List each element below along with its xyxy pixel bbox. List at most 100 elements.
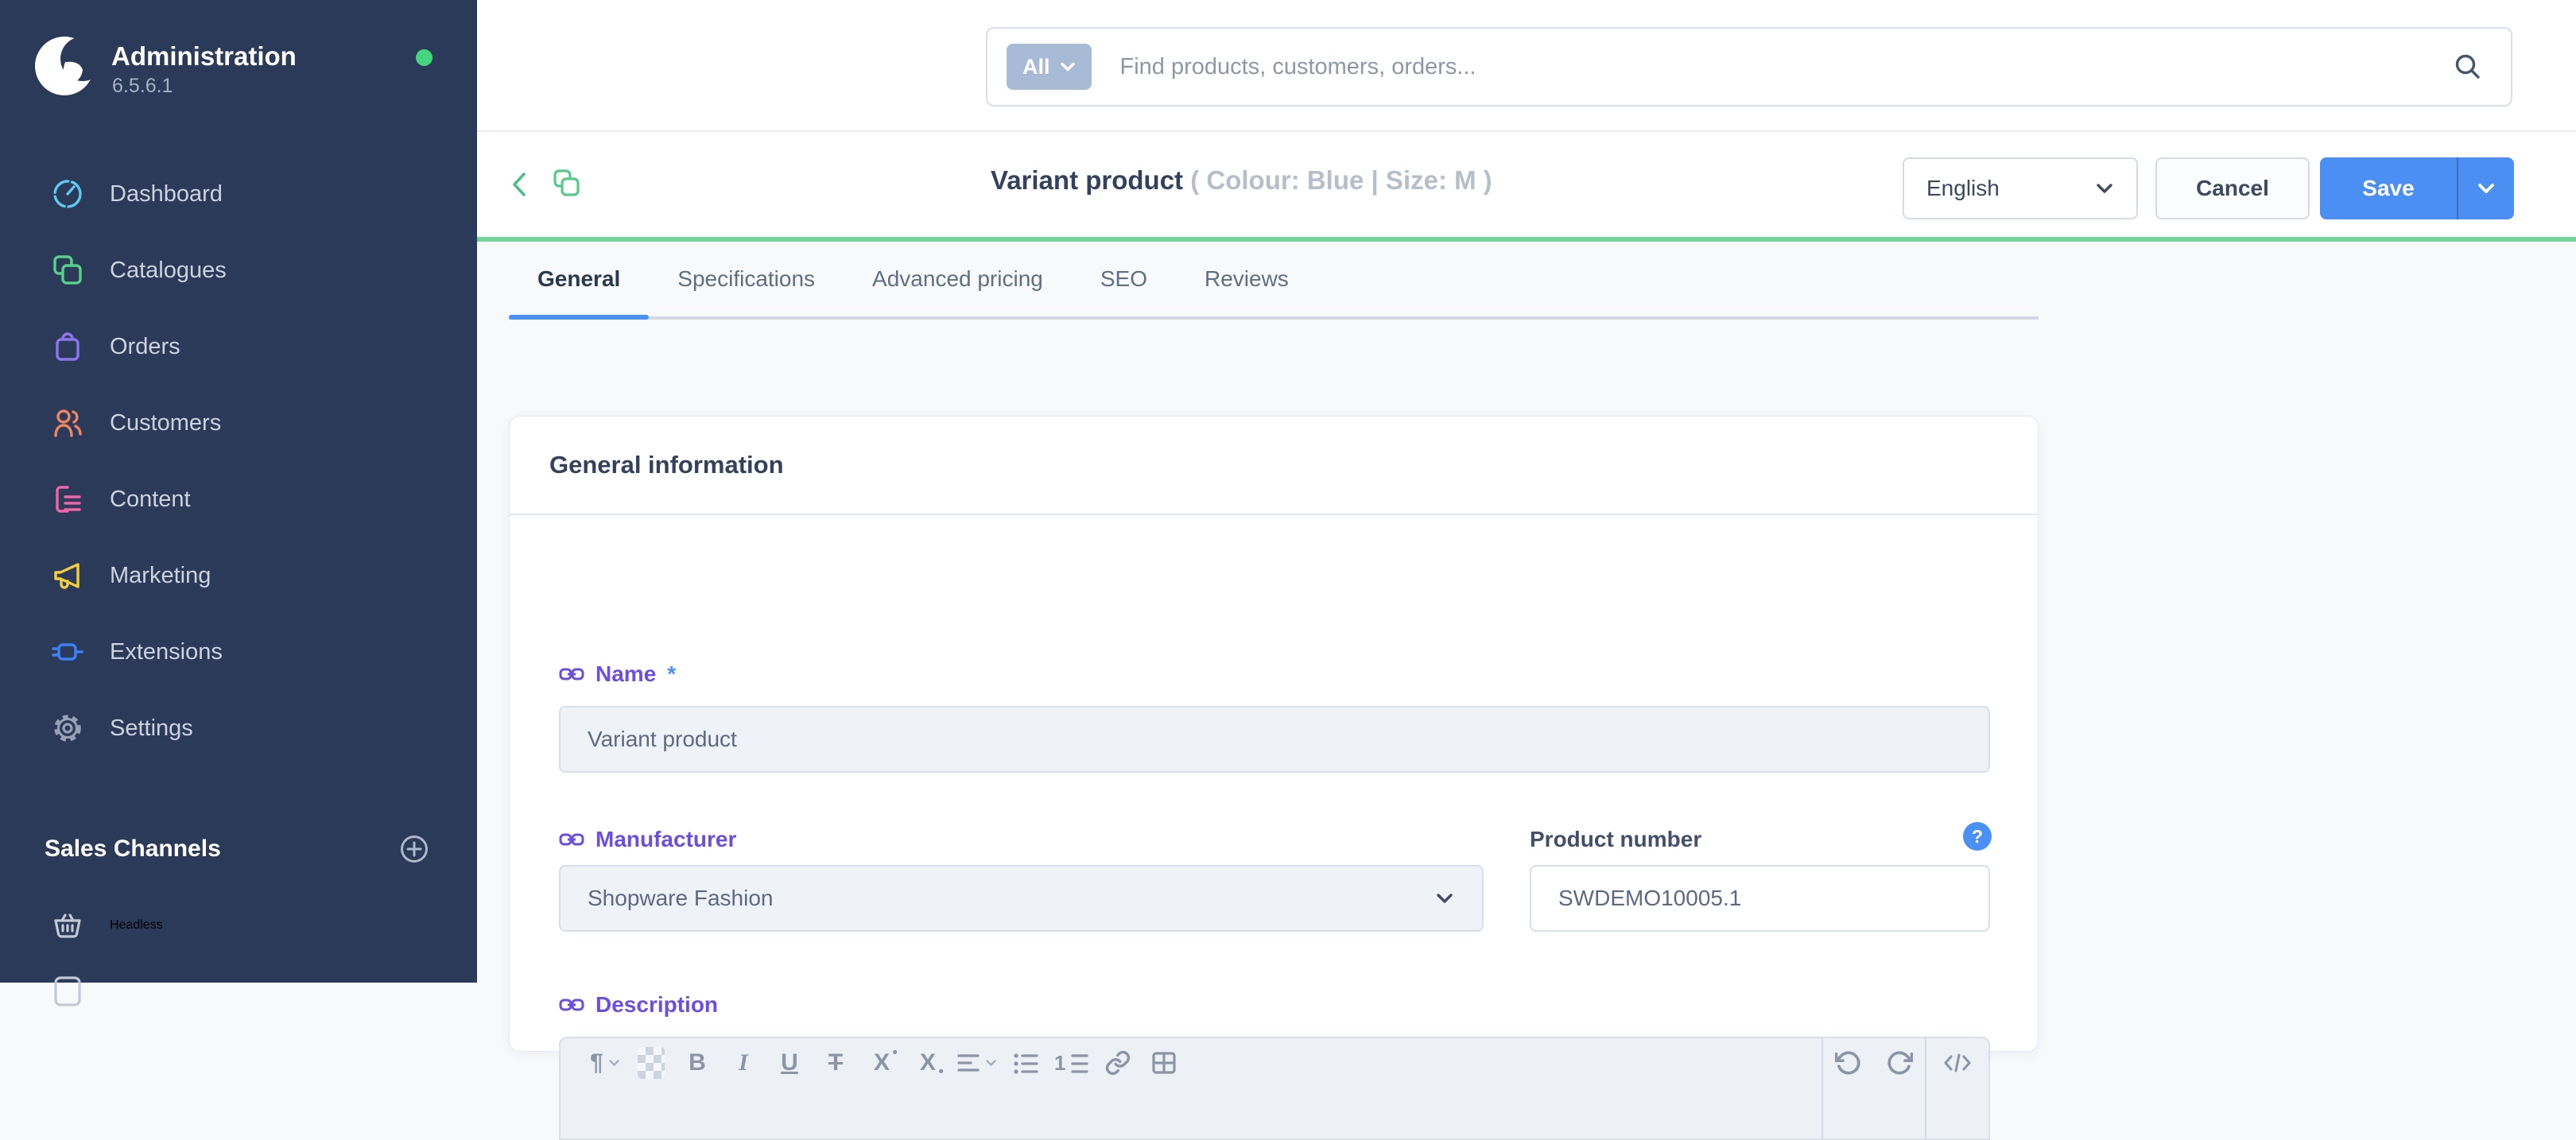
orders-icon — [49, 328, 86, 365]
smartbar: Variant product ( Colour: Blue | Size: M… — [477, 132, 2576, 237]
product-number-field-label: Product number ? — [1530, 827, 1990, 852]
sidebar-item-orders[interactable]: Orders — [0, 308, 477, 385]
table-icon[interactable] — [1146, 1043, 1181, 1083]
redo-icon[interactable] — [1874, 1038, 1925, 1088]
sidebar-item-label: Headless — [110, 918, 163, 933]
tab-reviews[interactable]: Reviews — [1176, 242, 1317, 316]
link-icon[interactable] — [1100, 1043, 1135, 1083]
sidebar-item-label: Orders — [110, 334, 180, 360]
name-input[interactable] — [559, 706, 1990, 773]
content-icon — [49, 481, 86, 518]
italic-icon[interactable]: I — [726, 1043, 761, 1083]
sidebar-item-customers[interactable]: Customers — [0, 385, 477, 461]
toolbar-right-group — [1821, 1038, 1988, 1138]
text-align-icon[interactable] — [956, 1043, 997, 1083]
main-area: All Variant product ( Colour: Blue | Siz… — [477, 0, 2576, 983]
app-title: Administration — [111, 41, 297, 72]
save-split-button: Save — [2320, 157, 2514, 219]
sidebar-item-marketing[interactable]: Marketing — [0, 537, 477, 614]
settings-icon — [49, 710, 86, 746]
product-number-input[interactable] — [1530, 865, 1990, 932]
catalogues-icon — [49, 252, 86, 289]
sidebar-item-dashboard[interactable]: Dashboard — [0, 156, 477, 232]
undo-icon[interactable] — [1823, 1038, 1874, 1088]
chevron-down-icon — [1060, 61, 1076, 72]
card-header: General information — [510, 417, 2038, 515]
inheritance-link-icon[interactable] — [559, 665, 584, 684]
sidebar-item-label: Settings — [110, 715, 193, 742]
bold-icon[interactable]: B — [680, 1043, 715, 1083]
sidebar-item-content[interactable]: Content — [0, 461, 477, 537]
tab-seo[interactable]: SEO — [1072, 242, 1176, 316]
tab-advanced-pricing[interactable]: Advanced pricing — [844, 242, 1072, 316]
dashboard-icon — [49, 176, 86, 212]
description-field-label: Description — [559, 992, 718, 1018]
save-options-button[interactable] — [2458, 157, 2514, 219]
text-color-icon[interactable] — [634, 1043, 669, 1083]
sidebar-item-catalogues[interactable]: Catalogues — [0, 232, 477, 308]
add-sales-channel-icon[interactable] — [396, 831, 433, 867]
required-mark: * — [667, 661, 676, 687]
variant-options-suffix: ( Colour: Blue | Size: M ) — [1190, 165, 1492, 195]
global-search: All — [986, 27, 2512, 107]
cancel-button[interactable]: Cancel — [2155, 157, 2310, 219]
numbered-list-icon[interactable]: 1 — [1054, 1043, 1089, 1083]
search-icon[interactable] — [2452, 51, 2484, 83]
extensions-icon — [49, 634, 86, 670]
name-label-text: Name — [596, 661, 656, 687]
manufacturer-select-value: Shopware Fashion — [588, 886, 773, 911]
variants-icon — [550, 167, 584, 200]
search-input[interactable] — [1120, 54, 2452, 80]
manufacturer-select[interactable]: Shopware Fashion — [559, 865, 1484, 932]
sidebar: Administration 6.5.6.1 Dashboard Catalog… — [0, 0, 477, 983]
app-version: 6.5.6.1 — [112, 75, 173, 98]
sidebar-item-settings[interactable]: Settings — [0, 690, 477, 766]
page-title: Variant product ( Colour: Blue | Size: M… — [991, 165, 1492, 196]
sidebar-item-extensions[interactable]: Extensions — [0, 614, 477, 690]
marketing-icon — [49, 557, 86, 594]
manufacturer-field-label: Manufacturer — [559, 827, 1484, 852]
tab-general[interactable]: General — [509, 242, 649, 316]
sidebar-item-label: Customers — [110, 410, 221, 436]
status-dot — [416, 49, 433, 66]
description-label-text: Description — [596, 992, 718, 1018]
sidebar-item-headless[interactable]: Headless — [0, 887, 477, 964]
help-icon[interactable]: ? — [1963, 822, 1992, 851]
chevron-down-icon — [1434, 891, 1455, 905]
language-select[interactable]: English — [1903, 157, 2138, 219]
sidebar-item-label: Content — [110, 487, 191, 513]
sales-channels-header: Sales Channels — [0, 811, 477, 887]
sidebar-item-label: Catalogues — [110, 258, 227, 284]
tab-bar: General Specifications Advanced pricing … — [509, 242, 2039, 320]
topbar: All — [477, 0, 2576, 132]
inheritance-link-icon[interactable] — [559, 830, 584, 849]
card-title: General information — [549, 451, 784, 479]
strikethrough-icon[interactable]: T — [818, 1043, 853, 1083]
sidebar-header: Administration 6.5.6.1 — [0, 0, 477, 156]
sidebar-item-partial-icon[interactable] — [51, 975, 84, 1008]
sidebar-item-label: Extensions — [110, 639, 223, 665]
paragraph-format-icon[interactable]: ¶ — [588, 1043, 623, 1083]
underline-icon[interactable]: U — [772, 1043, 807, 1083]
bullet-list-icon[interactable] — [1008, 1043, 1043, 1083]
description-editor-toolbar: ¶ B I U T X • — [559, 1037, 1990, 1140]
sales-channels-heading: Sales Channels — [45, 836, 396, 863]
search-filter-dropdown[interactable]: All — [1007, 44, 1092, 90]
language-select-value: English — [1926, 176, 2095, 201]
content-area: General Specifications Advanced pricing … — [477, 242, 2576, 983]
product-name-title: Variant product — [991, 165, 1183, 195]
name-field-label: Name * — [559, 661, 676, 687]
inheritance-link-icon[interactable] — [559, 995, 584, 1014]
product-number-label-text: Product number — [1530, 827, 1701, 852]
back-icon[interactable] — [507, 170, 533, 199]
subscript-icon[interactable]: X • — [910, 1043, 945, 1083]
search-filter-label: All — [1022, 55, 1050, 79]
product-number-field: Product number ? — [1530, 827, 1990, 932]
code-view-icon[interactable] — [1926, 1038, 1988, 1088]
superscript-icon[interactable]: X • — [864, 1043, 899, 1083]
sidebar-item-label: Dashboard — [110, 181, 223, 207]
tab-specifications[interactable]: Specifications — [649, 242, 844, 316]
save-button[interactable]: Save — [2320, 157, 2458, 219]
chevron-down-icon — [2095, 182, 2114, 195]
shopware-logo-icon — [33, 35, 95, 97]
